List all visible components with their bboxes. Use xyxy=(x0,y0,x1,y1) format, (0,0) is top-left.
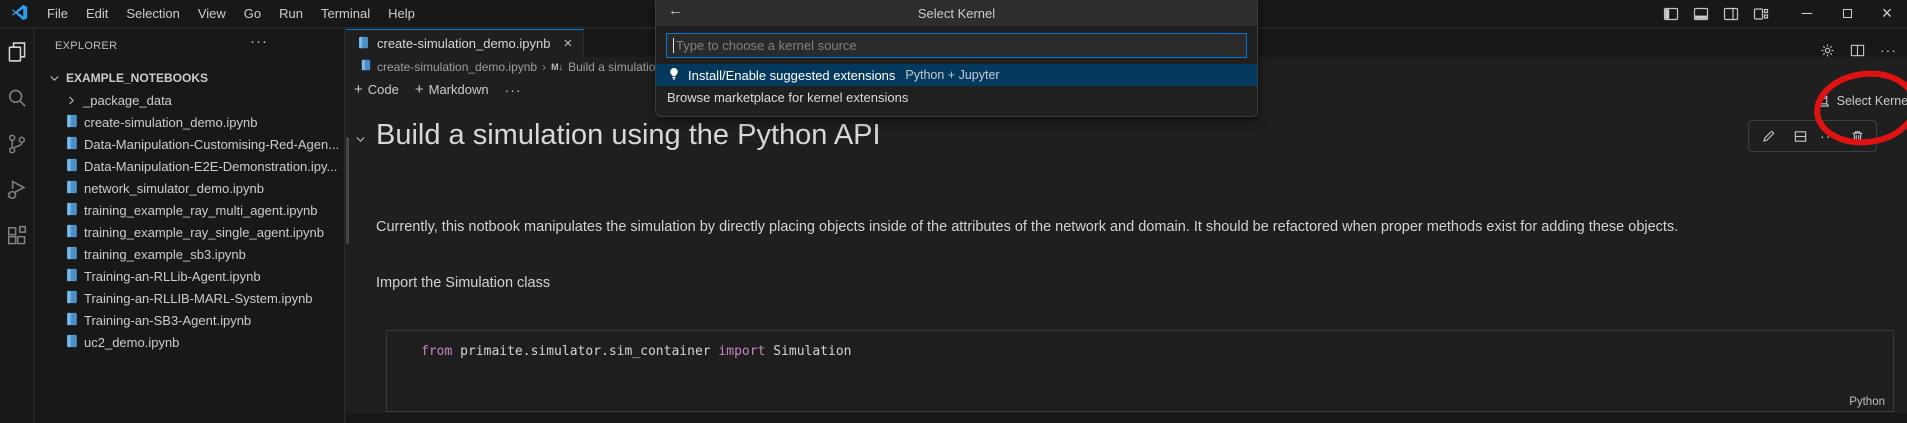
tree-item-notebook[interactable]: Training-an-RLLIB-MARL-System.ipynb xyxy=(35,287,344,309)
dialog-item-detail: Python + Jupyter xyxy=(905,68,999,82)
tree-item-notebook[interactable]: Training-an-RLLib-Agent.ipynb xyxy=(35,265,344,287)
tree-item-notebook[interactable]: Data-Manipulation-Customising-Red-Agen..… xyxy=(35,133,344,155)
menu-help[interactable]: Help xyxy=(379,3,424,25)
notebook-file-icon xyxy=(65,224,79,241)
notebook-settings-gear-icon[interactable] xyxy=(1820,43,1835,58)
menu-go[interactable]: Go xyxy=(235,3,270,25)
chevron-down-icon xyxy=(48,72,61,85)
tree-item-notebook[interactable]: network_simulator_demo.ipynb xyxy=(35,177,344,199)
notebook-file-icon xyxy=(65,290,79,307)
add-markdown-cell-button[interactable]: + Markdown xyxy=(415,81,489,98)
notebook-file-icon xyxy=(65,334,79,351)
markdown-paragraph: Currently, this notbook manipulates the … xyxy=(376,219,1899,235)
code-line[interactable]: from primaite.simulator.sim_container im… xyxy=(387,331,1893,359)
run-debug-icon[interactable] xyxy=(0,167,34,213)
search-icon[interactable] xyxy=(0,75,34,121)
back-arrow-icon[interactable]: ← xyxy=(668,2,683,19)
activity-bar xyxy=(0,29,34,423)
notebook-file-icon xyxy=(65,180,79,197)
tree-item-package-data[interactable]: _package_data xyxy=(35,89,344,111)
dialog-item-browse-marketplace[interactable]: Browse marketplace for kernel extensions xyxy=(656,86,1257,108)
code-cell[interactable]: from primaite.simulator.sim_container im… xyxy=(386,330,1894,412)
window-close-button[interactable]: × xyxy=(1867,0,1907,28)
source-control-icon[interactable] xyxy=(0,121,34,167)
notebook-file-icon xyxy=(357,36,370,52)
kernel-source-input-wrap xyxy=(666,33,1247,58)
text-caret xyxy=(673,38,674,53)
breadcrumb-separator: › xyxy=(542,60,546,74)
tree-root-example-notebooks[interactable]: EXAMPLE_NOTEBOOKS xyxy=(35,67,344,89)
collapse-section-chevron-icon[interactable] xyxy=(354,133,367,146)
menu-selection[interactable]: Selection xyxy=(117,3,188,25)
plus-icon: + xyxy=(415,81,424,98)
select-kernel-button[interactable]: Select Kernel xyxy=(1808,90,1907,112)
markdown-cell-icon: M↓ xyxy=(551,62,563,72)
tree-item-notebook[interactable]: Training-an-SB3-Agent.ipynb xyxy=(35,309,344,331)
notebook-file-icon xyxy=(65,312,79,329)
notebook-more-actions-icon[interactable]: ··· xyxy=(505,82,522,98)
plus-icon: + xyxy=(354,81,363,98)
editor-more-actions-icon[interactable]: ··· xyxy=(1880,42,1897,58)
markdown-heading: Build a simulation using the Python API xyxy=(376,119,881,152)
dialog-item-install-extensions[interactable]: Install/Enable suggested extensions Pyth… xyxy=(656,64,1257,86)
explorer-sidebar: EXPLORER ··· EXAMPLE_NOTEBOOKS _package_… xyxy=(35,29,345,423)
cell-toolbar: ··· xyxy=(1748,120,1877,152)
tree-item-notebook[interactable]: Data-Manipulation-E2E-Demonstration.ipy.… xyxy=(35,155,344,177)
notebook-file-icon xyxy=(65,246,79,263)
menu-view[interactable]: View xyxy=(189,3,235,25)
window-maximize-button[interactable] xyxy=(1827,0,1867,28)
menu-edit[interactable]: Edit xyxy=(77,3,117,25)
notebook-background xyxy=(346,413,1907,423)
kernel-icon xyxy=(1816,94,1831,109)
explorer-icon[interactable] xyxy=(0,29,34,75)
tree-item-notebook[interactable]: training_example_sb3.ipynb xyxy=(35,243,344,265)
delete-cell-trash-icon[interactable] xyxy=(1845,124,1869,148)
sidebar-title: EXPLORER xyxy=(55,40,117,52)
menu-file[interactable]: File xyxy=(38,3,77,25)
split-editor-icon[interactable] xyxy=(1850,43,1865,58)
select-kernel-dialog: ← Select Kernel Install/Enable suggested… xyxy=(655,0,1258,117)
vscode-logo-icon xyxy=(11,4,28,24)
cell-more-actions-icon[interactable]: ··· xyxy=(1820,128,1837,144)
toggle-primary-sidebar-icon[interactable] xyxy=(1663,6,1679,22)
notebook-file-icon xyxy=(65,268,79,285)
tree-item-notebook[interactable]: create-simulation_demo.ipynb xyxy=(35,111,344,133)
add-code-cell-button[interactable]: + Code xyxy=(354,81,399,98)
tree-item-notebook[interactable]: training_example_ray_multi_agent.ipynb xyxy=(35,199,344,221)
menu-run[interactable]: Run xyxy=(270,3,312,25)
explorer-more-actions-icon[interactable]: ··· xyxy=(250,33,268,50)
notebook-file-icon xyxy=(65,158,79,175)
customize-layout-icon[interactable] xyxy=(1753,6,1769,22)
notebook-file-icon xyxy=(65,114,79,131)
markdown-step-label: Import the Simulation class xyxy=(376,275,550,291)
cell-focus-indicator xyxy=(346,137,349,244)
notebook-file-icon xyxy=(65,136,79,153)
edit-cell-pencil-icon[interactable] xyxy=(1756,124,1780,148)
toggle-panel-icon[interactable] xyxy=(1693,6,1709,22)
dialog-header: ← Select Kernel xyxy=(656,0,1257,26)
tab-close-icon[interactable]: × xyxy=(563,35,572,52)
menu-terminal[interactable]: Terminal xyxy=(312,3,379,25)
window-minimize-button[interactable]: ─ xyxy=(1787,0,1827,28)
lightbulb-icon xyxy=(667,67,681,84)
toggle-secondary-sidebar-icon[interactable] xyxy=(1723,6,1739,22)
tree-item-notebook[interactable]: uc2_demo.ipynb xyxy=(35,331,344,353)
notebook-file-icon xyxy=(65,202,79,219)
split-cell-icon[interactable] xyxy=(1788,124,1812,148)
tree-item-notebook[interactable]: training_example_ray_single_agent.ipynb xyxy=(35,221,344,243)
cell-language-indicator[interactable]: Python xyxy=(1849,396,1885,408)
dialog-title: Select Kernel xyxy=(918,6,995,21)
breadcrumb-file[interactable]: create-simulation_demo.ipynb xyxy=(377,60,537,74)
notebook-file-icon xyxy=(360,59,372,74)
extensions-icon[interactable] xyxy=(0,213,34,259)
chevron-right-icon xyxy=(65,94,78,107)
file-tree: EXAMPLE_NOTEBOOKS _package_data create-s… xyxy=(35,67,344,353)
tab-create-simulation-demo[interactable]: create-simulation_demo.ipynb × xyxy=(346,29,584,57)
kernel-source-input[interactable] xyxy=(676,38,1240,53)
